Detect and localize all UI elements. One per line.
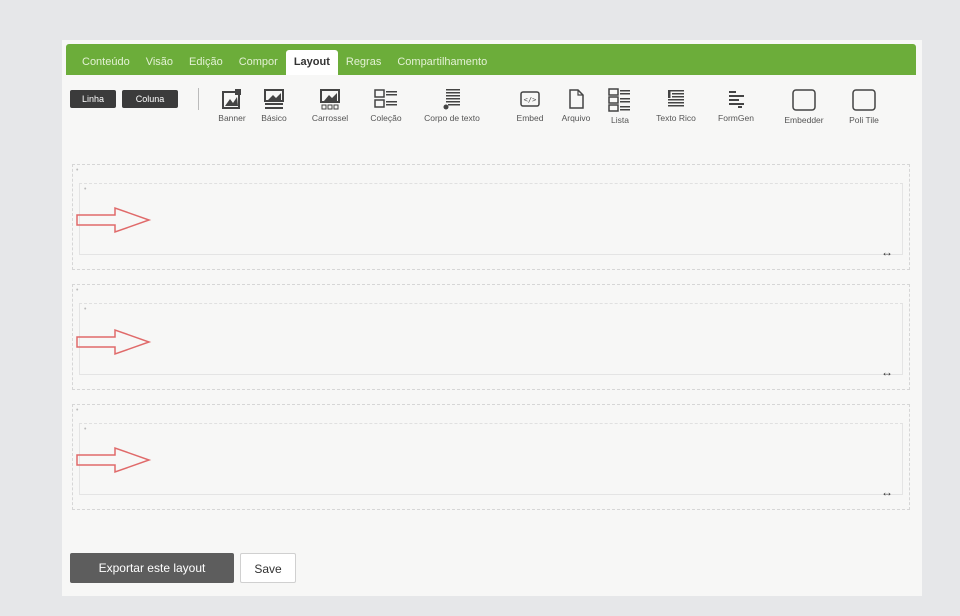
- tool-colecao[interactable]: Coleção: [356, 88, 416, 123]
- tool-embedder[interactable]: Embedder: [774, 88, 834, 125]
- tool-label: Carrossel: [311, 113, 349, 123]
- export-layout-button[interactable]: Exportar este layout: [70, 553, 234, 583]
- row-handle: •: [76, 167, 79, 174]
- tool-label: Texto Rico: [656, 113, 696, 123]
- column-handle: •: [84, 426, 87, 433]
- toolbar-divider: [198, 88, 199, 110]
- text-body-icon: [443, 89, 460, 110]
- resize-handle[interactable]: ↔: [881, 485, 893, 499]
- tool-basico[interactable]: Básico: [244, 88, 304, 123]
- file-icon: [569, 89, 584, 109]
- row-handle: •: [76, 287, 79, 294]
- tool-label: Corpo de texto: [424, 113, 480, 123]
- column-handle: •: [84, 186, 87, 193]
- tool-label: Embedder: [784, 115, 824, 125]
- tool-label: FormGen: [718, 113, 754, 123]
- embed-icon: </>: [520, 91, 540, 107]
- layout-row[interactable]: • • ↔: [72, 404, 910, 510]
- tab-edicao[interactable]: Edição: [181, 50, 231, 75]
- layout-column[interactable]: •: [79, 423, 903, 495]
- tab-bar: Conteúdo Visão Edição Compor Layout Regr…: [66, 44, 916, 75]
- layout-row[interactable]: • • ↔: [72, 164, 910, 270]
- tab-visao[interactable]: Visão: [138, 50, 181, 75]
- row-handle: •: [76, 407, 79, 414]
- poli-tile-icon: [852, 89, 876, 111]
- tab-regras[interactable]: Regras: [338, 50, 389, 75]
- layout-editor-panel: Conteúdo Visão Edição Compor Layout Regr…: [62, 40, 922, 596]
- arrow-icon: [76, 446, 152, 474]
- resize-handle[interactable]: ↔: [881, 365, 893, 379]
- tool-lista[interactable]: Lista: [590, 88, 650, 125]
- column-handle: •: [84, 306, 87, 313]
- tool-label: Poli Tile: [849, 115, 879, 125]
- tab-compartilhamento[interactable]: Compartilhamento: [389, 50, 495, 75]
- arrow-icon: [76, 328, 152, 356]
- embedder-icon: [792, 89, 816, 111]
- add-column-button[interactable]: Coluna: [122, 90, 178, 108]
- collection-icon: [374, 89, 397, 108]
- tool-label: Coleção: [370, 113, 402, 123]
- tab-conteudo[interactable]: Conteúdo: [74, 50, 138, 75]
- component-toolbar: Linha Coluna Banner Básico Carrossel Col…: [66, 80, 916, 150]
- tool-texto-rico[interactable]: Texto Rico: [646, 88, 706, 123]
- tool-carrossel[interactable]: Carrossel: [300, 88, 360, 123]
- tool-poli-tile[interactable]: Poli Tile: [834, 88, 894, 125]
- rich-text-icon: [668, 90, 684, 107]
- layout-row[interactable]: • • ↔: [72, 284, 910, 390]
- arrow-icon: [76, 206, 152, 234]
- layout-column[interactable]: •: [79, 183, 903, 255]
- formgen-icon: [729, 91, 744, 108]
- tool-label: Básico: [261, 113, 287, 123]
- save-button[interactable]: Save: [240, 553, 296, 583]
- banner-icon: [222, 89, 241, 109]
- resize-handle[interactable]: ↔: [881, 245, 893, 259]
- layout-column[interactable]: •: [79, 303, 903, 375]
- list-icon: [608, 88, 630, 112]
- add-row-button[interactable]: Linha: [70, 90, 116, 108]
- tool-formgen[interactable]: FormGen: [706, 88, 766, 123]
- tool-corpo-de-texto[interactable]: Corpo de texto: [420, 88, 484, 123]
- tool-label: Lista: [611, 115, 629, 125]
- tab-layout[interactable]: Layout: [285, 50, 338, 75]
- basic-icon: [264, 89, 284, 109]
- carousel-icon: [320, 89, 340, 110]
- tab-compor[interactable]: Compor: [231, 50, 286, 75]
- svg-text:</>: </>: [524, 96, 537, 104]
